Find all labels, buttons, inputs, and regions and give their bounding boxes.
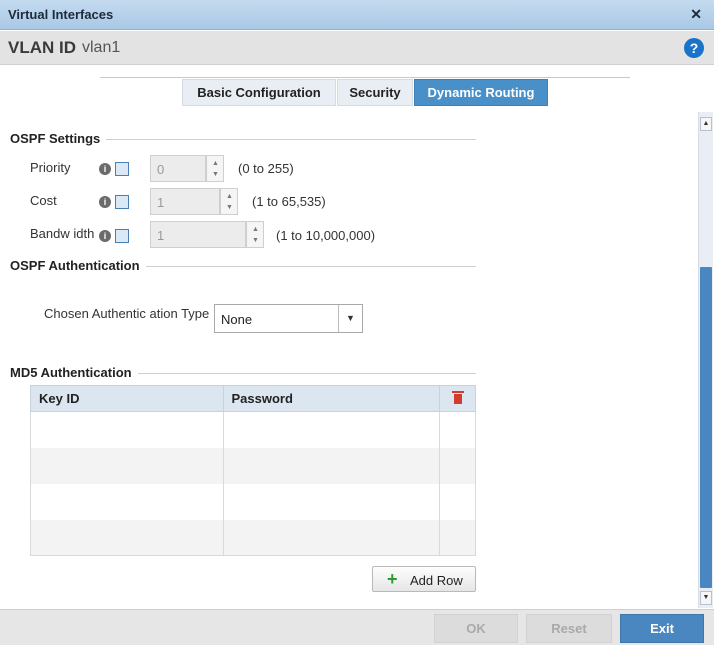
bandwidth-label: Bandw idth xyxy=(30,226,95,241)
window-titlebar: Virtual Interfaces ✕ xyxy=(0,0,714,30)
ospf-settings-title: OSPF Settings xyxy=(10,131,107,146)
reset-button[interactable]: Reset xyxy=(526,614,612,643)
tab-security[interactable]: Security xyxy=(337,79,413,106)
priority-checkbox[interactable] xyxy=(115,162,129,176)
cost-range: (1 to 65,535) xyxy=(252,194,326,209)
info-icon: i xyxy=(99,196,111,208)
help-icon[interactable]: ? xyxy=(684,38,704,58)
priority-range: (0 to 255) xyxy=(238,161,294,176)
cost-input[interactable]: 1 xyxy=(150,188,220,215)
auth-type-label: Chosen Authentic ation Type xyxy=(44,306,210,321)
md5-table: Key ID Password xyxy=(30,385,476,556)
table-row xyxy=(30,519,476,556)
table-row xyxy=(30,483,476,520)
md5-authentication-title: MD5 Authentication xyxy=(10,365,138,380)
tab-basic-configuration[interactable]: Basic Configuration xyxy=(182,79,336,106)
table-header-row: Key ID Password xyxy=(30,385,476,412)
window-title: Virtual Interfaces xyxy=(8,7,114,22)
add-row-label: Add Row xyxy=(410,573,463,588)
scrollbar-thumb[interactable] xyxy=(700,267,712,588)
auth-type-select[interactable]: None ▼ xyxy=(214,304,363,333)
cost-label: Cost xyxy=(30,193,57,208)
table-row xyxy=(30,447,476,484)
trash-icon[interactable] xyxy=(451,390,464,404)
bandwidth-input[interactable]: 1 xyxy=(150,221,246,248)
bandwidth-range: (1 to 10,000,000) xyxy=(276,228,376,243)
vlan-id-label: VLAN ID xyxy=(8,38,76,57)
scroll-down-icon[interactable]: ▼ xyxy=(700,591,712,605)
tab-dynamic-routing[interactable]: Dynamic Routing xyxy=(414,79,548,106)
plus-icon: + xyxy=(387,569,398,589)
ok-button[interactable]: OK xyxy=(434,614,518,643)
delete-column-header xyxy=(439,385,476,412)
priority-input[interactable]: 0 xyxy=(150,155,206,182)
tab-divider xyxy=(100,77,630,78)
info-icon: i xyxy=(99,163,111,175)
ospf-authentication-title: OSPF Authentication xyxy=(10,258,146,273)
vlan-header: VLAN ID vlan1 ? xyxy=(0,31,714,65)
priority-stepper[interactable]: ▲ ▼ xyxy=(206,155,224,182)
bandwidth-stepper[interactable]: ▲ ▼ xyxy=(246,221,264,248)
column-header-password[interactable]: Password xyxy=(222,385,441,412)
add-row-button[interactable]: + Add Row xyxy=(372,566,476,592)
vlan-id-value: vlan1 xyxy=(82,39,121,56)
column-header-key-id[interactable]: Key ID xyxy=(30,385,224,412)
table-row xyxy=(30,411,476,448)
priority-label: Priority xyxy=(30,160,71,175)
cost-stepper[interactable]: ▲ ▼ xyxy=(220,188,238,215)
cost-checkbox[interactable] xyxy=(115,195,129,209)
auth-type-value: None xyxy=(221,312,253,327)
info-icon: i xyxy=(99,230,111,242)
chevron-down-icon[interactable]: ▼ xyxy=(338,305,362,332)
scroll-up-icon[interactable]: ▲ xyxy=(700,117,712,131)
bandwidth-checkbox[interactable] xyxy=(115,229,129,243)
close-icon[interactable]: ✕ xyxy=(690,6,702,23)
exit-button[interactable]: Exit xyxy=(620,614,704,643)
